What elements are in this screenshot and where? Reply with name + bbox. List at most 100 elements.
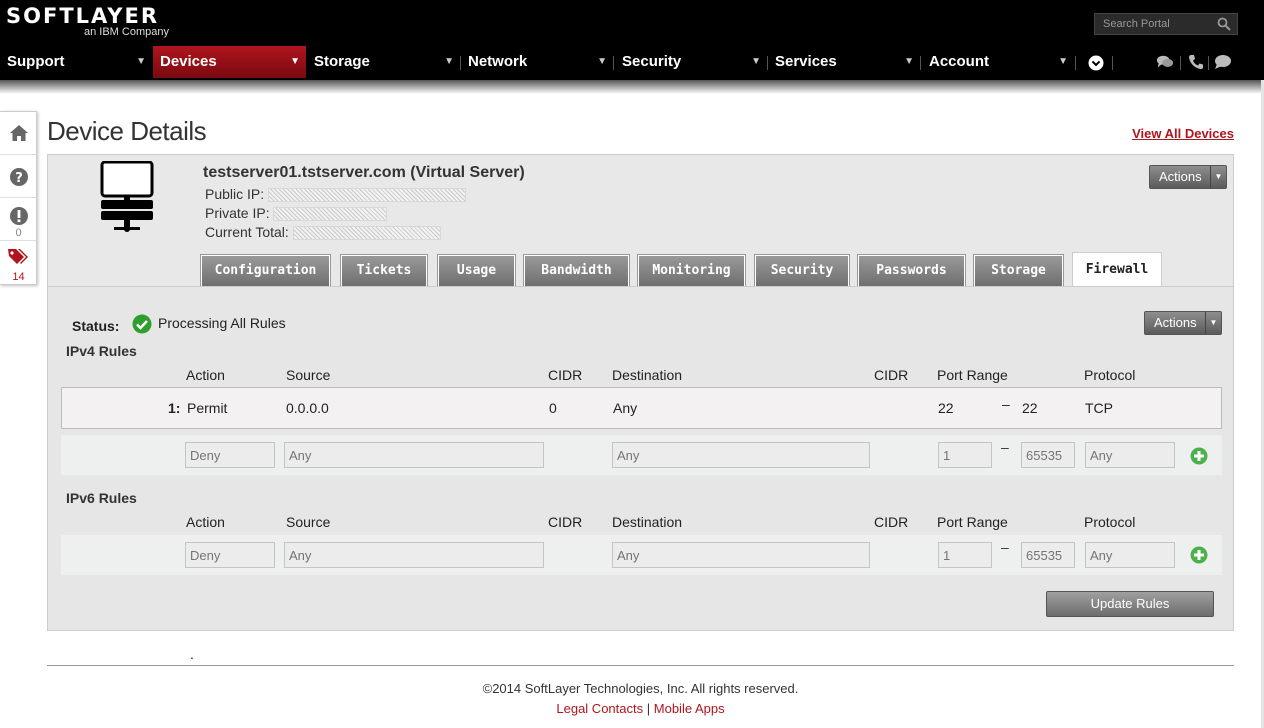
device-actions-label: Actions	[1159, 169, 1202, 184]
ipv4-port-start-input[interactable]	[938, 442, 992, 468]
col-source: Source	[286, 514, 331, 530]
nav-divider	[920, 56, 921, 70]
svg-text:?: ?	[15, 171, 23, 186]
ipv4-port-end-input[interactable]	[1021, 442, 1075, 468]
expand-circle-icon[interactable]	[1087, 55, 1105, 71]
ipv4-source-input[interactable]	[284, 442, 544, 468]
server-icon	[100, 161, 154, 232]
nav-storage-label: Storage	[314, 53, 370, 70]
tab-tickets[interactable]: Tickets	[340, 254, 428, 287]
ipv4-rules-title: IPv4 Rules	[66, 343, 137, 359]
home-icon	[10, 125, 28, 141]
rule-index: 1:	[168, 400, 181, 416]
mobile-apps-link[interactable]: Mobile Apps	[654, 701, 725, 716]
ipv6-protocol-input[interactable]	[1085, 542, 1175, 568]
sidebar-item-alerts[interactable]: 0	[0, 198, 36, 241]
ipv6-port-end-input[interactable]	[1021, 542, 1075, 568]
footer-dot: .	[190, 646, 194, 662]
ipv6-new-rule-row: –	[61, 535, 1222, 575]
header-shadow	[0, 80, 1264, 94]
current-total-row: Current Total:	[205, 224, 441, 241]
alerts-count: 0	[15, 227, 22, 239]
nav-account[interactable]: Account ▼	[922, 46, 1074, 78]
logo-text: SOFTLAYER	[6, 4, 159, 28]
col-destination: Destination	[612, 367, 683, 383]
tab-monitoring[interactable]: Monitoring	[637, 254, 746, 287]
port-dash: –	[1001, 439, 1009, 455]
chevron-down-icon: ▼	[904, 56, 914, 67]
col-cidr: CIDR	[548, 514, 583, 530]
chevron-down-icon: ▼	[597, 56, 607, 67]
nav-support-label: Support	[7, 53, 65, 70]
nav-support[interactable]: Support ▼	[0, 46, 152, 78]
chevron-down-icon: ▼	[290, 56, 300, 67]
nav-network[interactable]: Network ▼	[461, 46, 613, 78]
sidebar-item-home[interactable]	[0, 112, 36, 155]
ipv6-source-input[interactable]	[284, 542, 544, 568]
update-rules-button[interactable]: Update Rules	[1046, 591, 1214, 617]
col-action: Action	[186, 514, 225, 530]
nav-network-label: Network	[468, 53, 528, 70]
device-summary: testserver01.tstserver.com (Virtual Serv…	[48, 155, 1233, 287]
col-source: Source	[286, 367, 331, 383]
chat-icon[interactable]	[1156, 54, 1174, 70]
add-rule-icon[interactable]	[1190, 546, 1208, 564]
nav-devices[interactable]: Devices ▼	[153, 46, 306, 78]
legal-contacts-link[interactable]: Legal Contacts	[556, 701, 643, 716]
nav-services[interactable]: Services ▼	[768, 46, 920, 78]
footer-separator: |	[646, 701, 651, 716]
tab-storage[interactable]: Storage	[973, 254, 1064, 287]
col-destination: Destination	[612, 514, 683, 530]
ipv4-protocol-input[interactable]	[1085, 442, 1175, 468]
sidebar-item-help[interactable]: ?	[0, 155, 36, 198]
firewall-actions-button[interactable]: Actions ▼	[1144, 311, 1222, 335]
ipv4-action-input[interactable]	[185, 442, 275, 468]
col-cidr-dest: CIDR	[874, 514, 909, 530]
tab-security[interactable]: Security	[754, 254, 850, 287]
nav-security[interactable]: Security ▼	[615, 46, 767, 78]
nav-services-label: Services	[775, 53, 837, 70]
search-input[interactable]	[1095, 14, 1213, 34]
tickets-icon	[8, 249, 28, 264]
view-all-devices-link[interactable]: View All Devices	[1132, 126, 1234, 141]
alert-icon	[10, 207, 28, 225]
ipv4-destination-input[interactable]	[612, 442, 870, 468]
firewall-actions-label: Actions	[1154, 315, 1197, 330]
rule-port-start: 22	[938, 400, 954, 416]
col-protocol: Protocol	[1084, 367, 1136, 383]
chevron-down-icon: ▼	[136, 56, 146, 67]
device-actions-button[interactable]: Actions ▼	[1149, 165, 1227, 189]
chevron-down-icon: ▼	[751, 56, 761, 67]
search-icon[interactable]	[1217, 17, 1231, 31]
phone-icon[interactable]	[1187, 54, 1205, 70]
feedback-icon[interactable]	[1214, 54, 1232, 70]
nav-storage[interactable]: Storage ▼	[307, 46, 460, 78]
nav-divider	[1075, 56, 1076, 70]
tab-bandwidth[interactable]: Bandwidth	[523, 254, 630, 287]
ipv6-action-input[interactable]	[185, 542, 275, 568]
add-rule-icon[interactable]	[1190, 447, 1208, 465]
chevron-down-icon: ▼	[1058, 56, 1068, 67]
ipv6-destination-input[interactable]	[612, 542, 870, 568]
tab-firewall[interactable]: Firewall	[1072, 252, 1162, 287]
tab-usage[interactable]: Usage	[437, 254, 516, 287]
ipv6-port-start-input[interactable]	[938, 542, 992, 568]
footer-divider	[47, 665, 1234, 666]
page-title: Device Details	[47, 116, 207, 146]
current-total-label: Current Total:	[205, 224, 289, 240]
search-box	[1094, 13, 1238, 35]
sidebar-item-tickets[interactable]: 14	[0, 241, 36, 284]
public-ip-label: Public IP:	[205, 186, 265, 202]
caret-down-icon: ▼	[1205, 312, 1221, 334]
tab-configuration[interactable]: Configuration	[200, 254, 331, 287]
ipv4-rule-row[interactable]: 1: Permit 0.0.0.0 0 Any 22 – 22 TCP	[61, 387, 1222, 429]
col-cidr-dest: CIDR	[874, 367, 909, 383]
tab-passwords[interactable]: Passwords	[857, 254, 966, 287]
caret-down-icon: ▼	[1210, 166, 1226, 188]
rule-protocol: TCP	[1085, 400, 1113, 416]
private-ip-label: Private IP:	[205, 205, 270, 221]
quick-sidebar: ? 0 14	[0, 111, 37, 285]
private-ip-value-redacted	[273, 207, 388, 222]
softlayer-logo[interactable]: SOFTLAYER an IBM Company	[6, 4, 169, 38]
firewall-panel: Status: Processing All Rules Actions ▼ I…	[48, 286, 1233, 630]
